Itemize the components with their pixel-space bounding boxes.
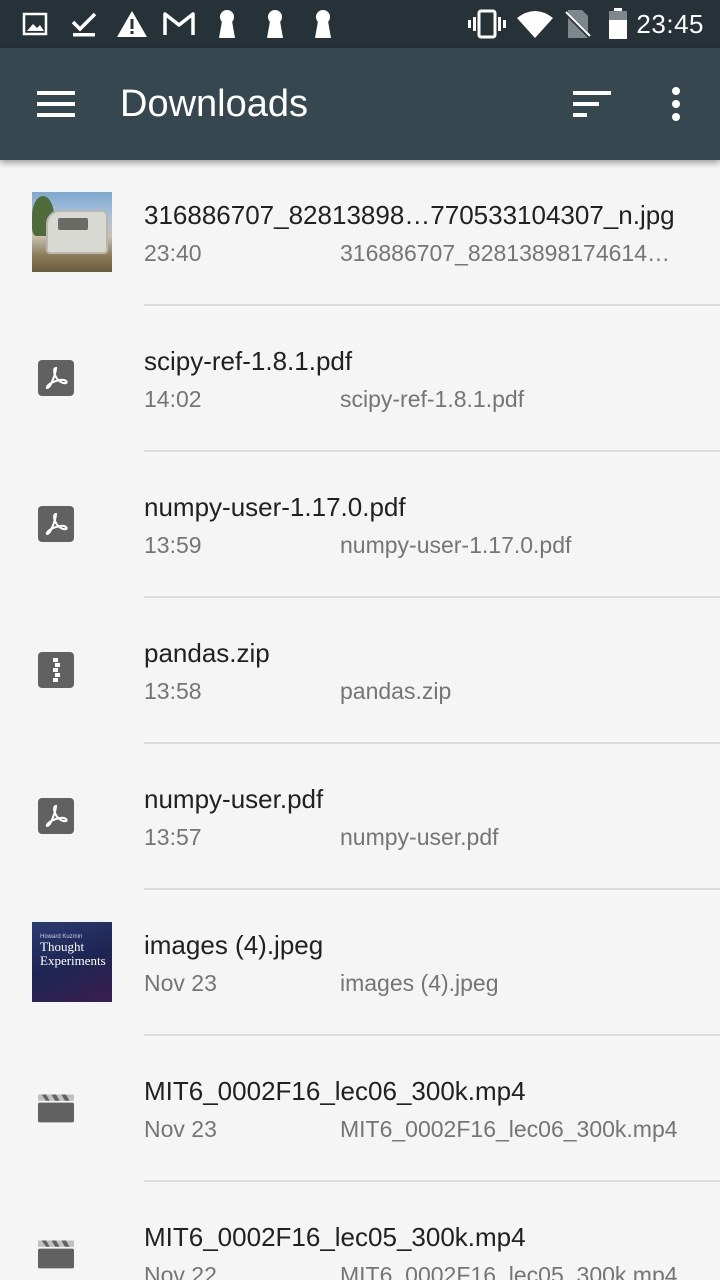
file-row[interactable]: scipy-ref-1.8.1.pdf 14:02 scipy-ref-1.8.… (0, 306, 720, 452)
menu-icon[interactable] (28, 76, 84, 132)
keyhole-notification-icon (264, 8, 286, 40)
status-clock: 23:45 (636, 9, 704, 39)
thumbnail-title: Thought Experiments (40, 939, 106, 968)
image-thumbnail (32, 192, 112, 272)
task-done-icon (70, 8, 98, 40)
file-path: MIT6_0002F16_lec06_300k.mp4 (340, 1116, 678, 1142)
zip-icon (38, 652, 74, 688)
file-row[interactable]: 316886707_82813898…770533104307_n.jpg 23… (0, 160, 720, 306)
pdf-icon (38, 360, 74, 396)
file-name: scipy-ref-1.8.1.pdf (144, 346, 353, 376)
file-path: MIT6_0002F16_lec05_300k.mp4 (340, 1262, 678, 1280)
keyhole-notification-icon (312, 8, 334, 40)
file-row[interactable]: numpy-user.pdf 13:57 numpy-user.pdf (0, 744, 720, 890)
battery-icon (608, 8, 628, 40)
file-time: 13:58 (144, 678, 202, 704)
file-path: pandas.zip (340, 678, 452, 704)
file-name: MIT6_0002F16_lec05_300k.mp4 (144, 1222, 526, 1252)
file-path: numpy-user.pdf (340, 824, 499, 850)
sort-icon[interactable] (564, 76, 620, 132)
video-icon (38, 1236, 74, 1272)
file-path: images (4).jpeg (340, 970, 499, 996)
no-sim-icon (564, 8, 592, 40)
file-name: 316886707_82813898…770533104307_n.jpg (144, 200, 675, 230)
file-row[interactable]: pandas.zip 13:58 pandas.zip (0, 598, 720, 744)
file-path: 316886707_828138981746142… (340, 240, 680, 266)
page-title: Downloads (120, 83, 308, 125)
file-row[interactable]: numpy-user-1.17.0.pdf 13:59 numpy-user-1… (0, 452, 720, 598)
file-name: numpy-user-1.17.0.pdf (144, 492, 406, 522)
vibrate-icon (468, 8, 506, 40)
file-list: 316886707_82813898…770533104307_n.jpg 23… (0, 160, 720, 1280)
pdf-icon (38, 506, 74, 542)
gmail-icon (162, 8, 196, 40)
file-row[interactable]: Howard Kuzmin Thought Experiments images… (0, 890, 720, 1036)
file-time: 14:02 (144, 386, 202, 412)
warning-icon (116, 8, 148, 40)
file-name: pandas.zip (144, 638, 270, 668)
file-path: numpy-user-1.17.0.pdf (340, 532, 572, 558)
status-bar: 23:45 (0, 0, 720, 48)
file-name: images (4).jpeg (144, 930, 324, 960)
file-time: 13:59 (144, 532, 202, 558)
file-row[interactable]: MIT6_0002F16_lec05_300k.mp4 Nov 22 MIT6_… (0, 1182, 720, 1280)
more-options-icon[interactable] (648, 76, 704, 132)
file-name: MIT6_0002F16_lec06_300k.mp4 (144, 1076, 526, 1106)
file-time: 23:40 (144, 240, 202, 266)
file-time: Nov 22 (144, 1262, 217, 1280)
file-time: Nov 23 (144, 970, 217, 996)
file-row[interactable]: MIT6_0002F16_lec06_300k.mp4 Nov 23 MIT6_… (0, 1036, 720, 1182)
app-bar: Downloads (0, 48, 720, 160)
image-thumbnail: Howard Kuzmin Thought Experiments (32, 922, 112, 1002)
gallery-notification-icon (22, 8, 48, 40)
file-path: scipy-ref-1.8.1.pdf (340, 386, 525, 412)
wifi-icon (516, 8, 554, 40)
file-name: numpy-user.pdf (144, 784, 324, 814)
pdf-icon (38, 798, 74, 834)
video-icon (38, 1090, 74, 1126)
keyhole-notification-icon (216, 8, 238, 40)
file-time: 13:57 (144, 824, 202, 850)
file-time: Nov 23 (144, 1116, 217, 1142)
